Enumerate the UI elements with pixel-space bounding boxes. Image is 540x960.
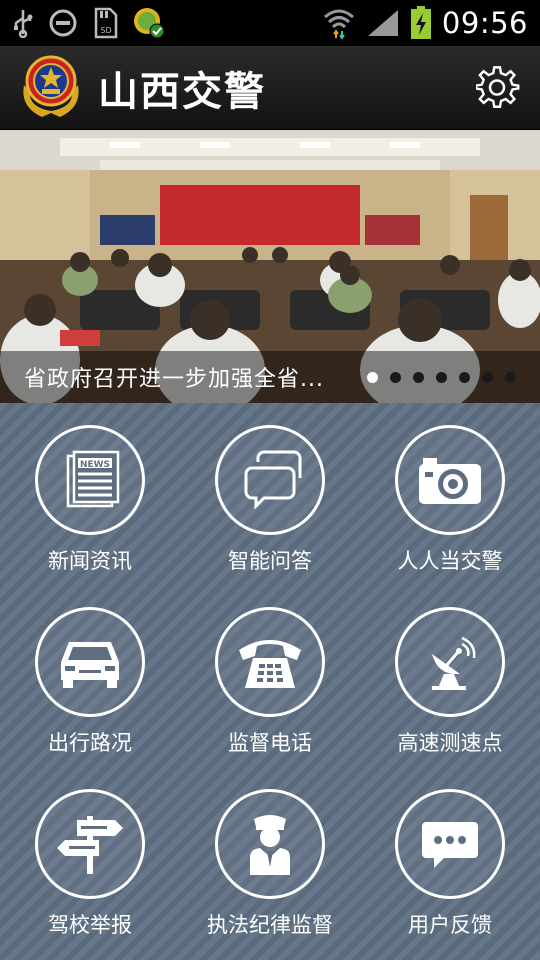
menu-label: 新闻资讯 <box>48 549 132 573</box>
clock: 09:56 <box>441 6 528 40</box>
slide-dot[interactable] <box>436 371 447 383</box>
slide-indicator <box>367 371 516 383</box>
menu-label: 用户反馈 <box>408 913 492 937</box>
sd-card-icon: SD <box>92 7 118 39</box>
menu-label: 高速测速点 <box>397 731 503 755</box>
slide-dot[interactable] <box>367 371 378 383</box>
svg-text:SD: SD <box>100 26 111 35</box>
app-header: 山西交警 <box>0 46 540 130</box>
menu-label: 智能问答 <box>228 549 312 573</box>
chat-bubbles-icon <box>215 425 325 535</box>
menu-driving-school-report[interactable]: 驾校举报 <box>0 767 180 947</box>
police-officer-icon <box>215 789 325 899</box>
wifi-icon <box>322 7 356 39</box>
satellite-dish-icon <box>395 607 505 717</box>
status-bar: SD 09:56 <box>0 0 540 46</box>
banner-caption-bar: 省政府召开进一步加强全省... <box>0 351 540 403</box>
slide-dot[interactable] <box>390 371 401 383</box>
slide-dot[interactable] <box>505 371 516 383</box>
news-banner[interactable]: 省政府召开进一步加强全省... <box>0 130 540 403</box>
menu-enforcement-supervision[interactable]: 执法纪律监督 <box>180 767 360 947</box>
battery-charging-icon <box>410 6 432 40</box>
telephone-icon <box>215 607 325 717</box>
app-notification-icon <box>132 6 166 40</box>
car-icon <box>35 607 145 717</box>
app-title: 山西交警 <box>98 68 266 115</box>
banner-caption: 省政府召开进一步加强全省... <box>24 367 324 392</box>
usb-icon <box>12 8 34 38</box>
speech-bubble-icon <box>395 789 505 899</box>
camera-icon <box>395 425 505 535</box>
slide-dot[interactable] <box>413 371 424 383</box>
gear-icon[interactable] <box>474 64 522 112</box>
police-emblem-icon <box>18 51 84 125</box>
menu-label: 出行路况 <box>48 731 132 755</box>
menu-user-feedback[interactable]: 用户反馈 <box>360 767 540 947</box>
menu-label: 执法纪律监督 <box>207 913 333 937</box>
menu-speed-check[interactable]: 高速测速点 <box>360 585 540 765</box>
menu-label: 监督电话 <box>228 731 312 755</box>
signal-icon <box>366 8 400 38</box>
menu-news[interactable]: NEWS 新闻资讯 <box>0 403 180 583</box>
menu-citizen-police[interactable]: 人人当交警 <box>360 403 540 583</box>
menu-label: 驾校举报 <box>48 913 132 937</box>
menu-traffic[interactable]: 出行路况 <box>0 585 180 765</box>
slide-dot[interactable] <box>459 371 470 383</box>
menu-hotline[interactable]: 监督电话 <box>180 585 360 765</box>
slide-dot[interactable] <box>482 371 493 383</box>
do-not-disturb-icon <box>48 8 78 38</box>
menu-label: 人人当交警 <box>397 549 503 573</box>
menu-grid: NEWS 新闻资讯 智能问答 人人当交警 出行路况 监督电话 高速测速点 驾校举… <box>0 403 540 960</box>
signpost-icon <box>35 789 145 899</box>
menu-qa[interactable]: 智能问答 <box>180 403 360 583</box>
newspaper-icon: NEWS <box>35 425 145 535</box>
svg-text:NEWS: NEWS <box>80 460 110 470</box>
